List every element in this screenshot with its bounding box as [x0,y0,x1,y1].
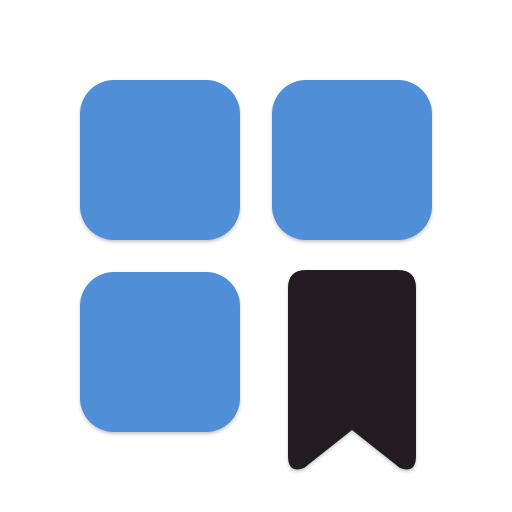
grid-tile-top-right [272,80,432,240]
grid-tile-top-left [80,80,240,240]
bookmark-icon [286,270,418,474]
bookmark-shape [288,270,416,470]
grid-tile-bottom-left [80,272,240,432]
app-icon-canvas [0,0,512,512]
